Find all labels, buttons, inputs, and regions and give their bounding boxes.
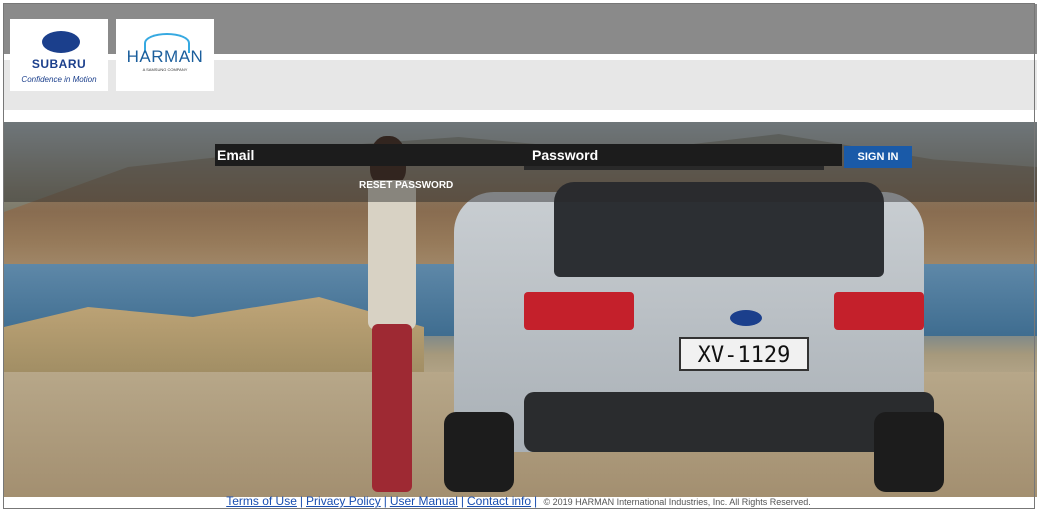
page-frame: SUBARU Confidence in Motion HARMAN A SAM… — [4, 4, 1037, 510]
header-bar: SUBARU Confidence in Motion HARMAN A SAM… — [4, 4, 1037, 117]
contact-info-link[interactable]: Contact info — [467, 494, 531, 508]
license-plate: XV-1129 — [679, 337, 809, 371]
copyright-text: © 2019 HARMAN International Industries, … — [543, 497, 811, 507]
login-overlay: SIGN IN RESET PASSWORD — [4, 122, 1037, 202]
harman-wordmark: HARMAN — [126, 47, 204, 66]
email-input[interactable] — [215, 144, 530, 166]
user-manual-link[interactable]: User Manual — [390, 494, 458, 508]
woman-shirt — [368, 180, 416, 330]
wheel-right — [874, 412, 944, 492]
subaru-stars-icon — [42, 31, 80, 53]
tail-light-right — [834, 292, 924, 330]
harman-logo: HARMAN A SAMSUNG COMPANY — [116, 19, 214, 91]
terms-of-use-link[interactable]: Terms of Use — [226, 494, 297, 508]
wheel-left — [444, 412, 514, 492]
privacy-policy-link[interactable]: Privacy Policy — [306, 494, 381, 508]
footer: Terms of Use | Privacy Policy | User Manual |… — [226, 494, 811, 508]
subaru-wordmark: SUBARU — [31, 57, 87, 71]
password-input[interactable] — [530, 144, 842, 166]
reset-password-link[interactable]: RESET PASSWORD — [359, 180, 453, 191]
sign-in-button[interactable]: SIGN IN — [844, 146, 912, 168]
subaru-badge-icon — [730, 310, 762, 326]
rear-bumper — [524, 392, 934, 452]
subaru-tagline: Confidence in Motion — [21, 75, 97, 84]
tail-light-left — [524, 292, 634, 330]
car-illustration: XV-1129 — [434, 162, 944, 492]
hero-image: XV-1129 SIGN IN RESET PASSWORD — [4, 122, 1037, 497]
subaru-logo: SUBARU Confidence in Motion — [10, 19, 108, 91]
woman-pants — [372, 324, 412, 492]
harman-subtitle: A SAMSUNG COMPANY — [142, 67, 188, 72]
